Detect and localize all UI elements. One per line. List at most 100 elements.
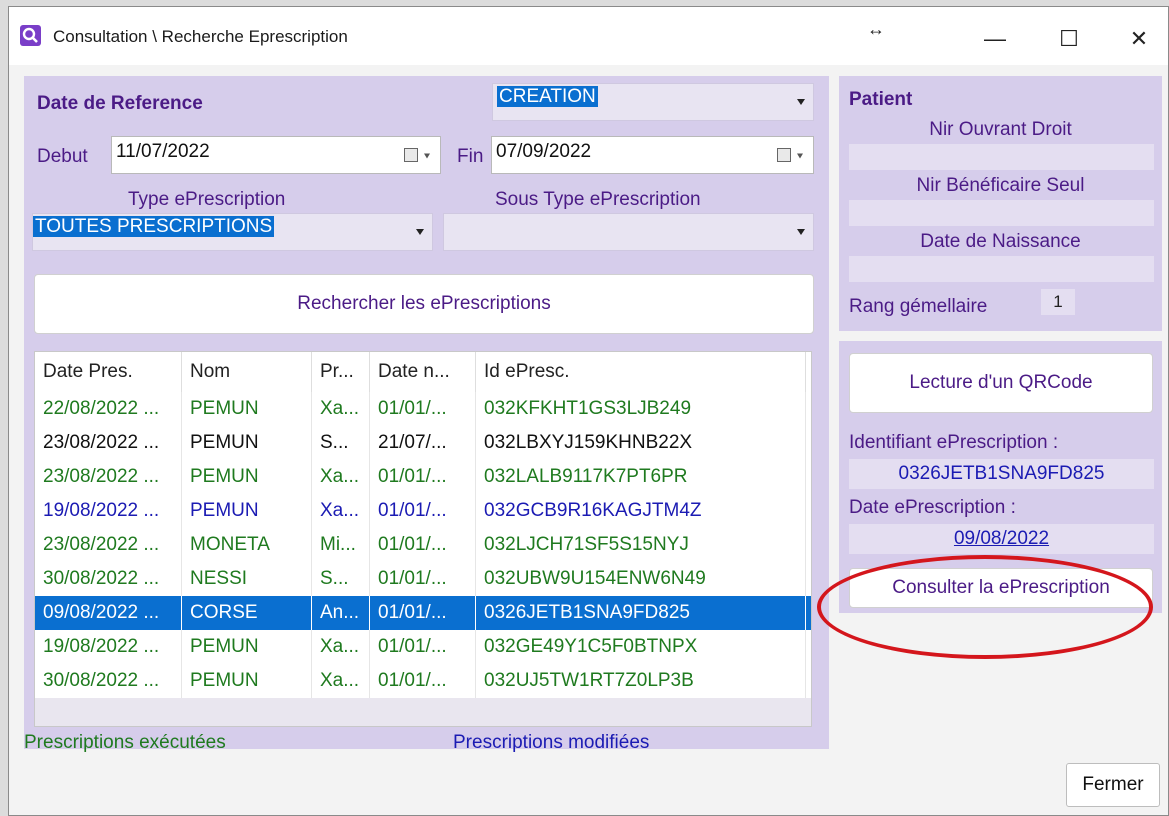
date-reference-label: Date de Reference (37, 93, 203, 114)
table-row[interactable]: 23/08/2022 ... MONETA Mi... 01/01/... 032LJC… (35, 528, 811, 562)
title-bar: Consultation \ Recherche Eprescription ↔… (9, 7, 1168, 65)
table-row[interactable]: 22/08/2022 ... PEMUN Xa... 01/01/... 032KFKH… (35, 392, 811, 426)
cell-pr: Xa... (312, 630, 370, 664)
window-title: Consultation \ Recherche Eprescription (53, 27, 348, 46)
table-row[interactable]: 19/08/2022 ... PEMUN Xa... 01/01/... 032GCB9… (35, 494, 811, 528)
cell-id-epresc: 032LALB9117K7PT6PR (476, 460, 806, 494)
table-row[interactable]: 23/08/2022 ... PEMUN Xa... 01/01/... 032LALB… (35, 460, 811, 494)
id-epresc-value: 0326JETB1SNA9FD825 (849, 459, 1154, 489)
sous-type-label: Sous Type ePrescription (495, 189, 701, 210)
date-type-select[interactable]: CREATION (492, 83, 814, 121)
nir-ouvrant-field (849, 144, 1154, 170)
results-table: Date Pres. Nom Pr... Date n... Id ePresc… (34, 351, 812, 727)
read-qrcode-button[interactable]: Lecture d'un QRCode (849, 353, 1153, 413)
cell-id-epresc: 032LJCH71SF5S15NYJ (476, 528, 806, 562)
cell-pr: S... (312, 562, 370, 596)
cell-date-naissance: 01/01/... (370, 528, 476, 562)
col-pr[interactable]: Pr... (312, 352, 370, 392)
cell-date-naissance: 01/01/... (370, 460, 476, 494)
cell-date-pres: 19/08/2022 ... (35, 630, 182, 664)
cell-id-epresc: 032GCB9R16KAGJTM4Z (476, 494, 806, 528)
calendar-icon[interactable] (404, 148, 418, 162)
cell-pr: Xa... (312, 392, 370, 426)
nir-ouvrant-label: Nir Ouvrant Droit (929, 119, 1072, 140)
cell-date-naissance: 01/01/... (370, 562, 476, 596)
cell-date-naissance: 01/01/... (370, 596, 476, 630)
patient-title: Patient (849, 89, 913, 110)
cell-nom: PEMUN (182, 460, 312, 494)
table-header: Date Pres. Nom Pr... Date n... Id ePresc… (35, 352, 811, 392)
naissance-field (849, 256, 1154, 282)
cell-id-epresc: 0326JETB1SNA9FD825 (476, 596, 806, 630)
cell-pr: S... (312, 426, 370, 460)
cell-nom: PEMUN (182, 426, 312, 460)
cell-date-naissance: 01/01/... (370, 494, 476, 528)
fermer-button[interactable]: Fermer (1066, 763, 1160, 807)
calendar-icon[interactable] (777, 148, 791, 162)
cell-date-naissance: 01/01/... (370, 664, 476, 698)
red-highlight-oval (817, 555, 1153, 659)
fin-label: Fin (457, 146, 484, 167)
cell-nom: PEMUN (182, 630, 312, 664)
table-row[interactable]: 30/08/2022 ... PEMUN Xa... 01/01/... 032UJ5T… (35, 664, 811, 698)
chevron-down-icon (797, 229, 805, 235)
nir-benef-label: Nir Bénéficaire Seul (916, 175, 1085, 196)
main-window: Consultation \ Recherche Eprescription ↔… (8, 6, 1169, 816)
cell-id-epresc: 032UBW9U154ENW6N49 (476, 562, 806, 596)
chevron-down-icon (424, 153, 430, 159)
close-button[interactable]: ✕ (1119, 19, 1159, 59)
col-id-epresc[interactable]: Id ePresc. (476, 352, 806, 392)
table-row[interactable]: 19/08/2022 ... PEMUN Xa... 01/01/... 032GE49… (35, 630, 811, 664)
col-nom[interactable]: Nom (182, 352, 312, 392)
resize-icon[interactable]: ↔ (861, 17, 891, 41)
fin-date-picker[interactable]: 07/09/2022 (491, 136, 814, 174)
app-search-icon (20, 25, 41, 46)
cell-date-naissance: 01/01/... (370, 630, 476, 664)
debut-date-picker[interactable]: 11/07/2022 (111, 136, 441, 174)
cell-pr: An... (312, 596, 370, 630)
cell-pr: Mi... (312, 528, 370, 562)
cell-id-epresc: 032KFKHT1GS3LJB249 (476, 392, 806, 426)
cell-date-pres: 09/08/2022 ... (35, 596, 182, 630)
naissance-label: Date de Naissance (920, 231, 1081, 252)
rang-label: Rang gémellaire (849, 296, 988, 317)
cell-nom: PEMUN (182, 494, 312, 528)
table-row[interactable]: 23/08/2022 ... PEMUN S... 21/07/... 032LBXYJ… (35, 426, 811, 460)
legend-modified: Prescriptions modifiées (453, 732, 650, 753)
cell-date-pres: 23/08/2022 ... (35, 460, 182, 494)
cell-date-naissance: 21/07/... (370, 426, 476, 460)
cell-date-pres: 30/08/2022 ... (35, 562, 182, 596)
cell-date-pres: 22/08/2022 ... (35, 392, 182, 426)
chevron-down-icon (797, 153, 803, 159)
debut-label: Debut (37, 146, 88, 167)
cell-pr: Xa... (312, 664, 370, 698)
nir-benef-field (849, 200, 1154, 226)
sous-type-select[interactable] (443, 213, 814, 251)
chevron-down-icon (416, 229, 424, 235)
cell-nom: NESSI (182, 562, 312, 596)
col-date-pres[interactable]: Date Pres. (35, 352, 182, 392)
table-row-selected[interactable]: 09/08/2022 ... CORSE An... 01/01/... 0326JET… (35, 596, 811, 630)
cell-id-epresc: 032UJ5TW1RT7Z0LP3B (476, 664, 806, 698)
cell-pr: Xa... (312, 460, 370, 494)
patient-panel: Patient Nir Ouvrant Droit Nir Bénéficair… (839, 76, 1162, 331)
cell-date-naissance: 01/01/... (370, 392, 476, 426)
table-row[interactable]: 30/08/2022 ... NESSI S... 01/01/... 032UBW9U… (35, 562, 811, 596)
table-footer-bar (35, 698, 811, 726)
minimize-button[interactable]: — (975, 19, 1015, 59)
col-date-naissance[interactable]: Date n... (370, 352, 476, 392)
maximize-button[interactable]: ☐ (1049, 19, 1089, 59)
cell-date-pres: 19/08/2022 ... (35, 494, 182, 528)
id-epresc-label: Identifiant ePrescription : (849, 432, 1059, 453)
type-label: Type ePrescription (128, 189, 286, 210)
type-select[interactable]: TOUTES PRESCRIPTIONS (32, 213, 433, 251)
cell-nom: CORSE (182, 596, 312, 630)
cell-date-pres: 30/08/2022 ... (35, 664, 182, 698)
cell-nom: PEMUN (182, 392, 312, 426)
cell-pr: Xa... (312, 494, 370, 528)
date-epresc-value: 09/08/2022 (849, 524, 1154, 554)
search-button[interactable]: Rechercher les ePrescriptions (34, 274, 814, 334)
cell-nom: PEMUN (182, 664, 312, 698)
cell-date-pres: 23/08/2022 ... (35, 528, 182, 562)
legend-executed: Prescriptions exécutées (24, 732, 226, 753)
